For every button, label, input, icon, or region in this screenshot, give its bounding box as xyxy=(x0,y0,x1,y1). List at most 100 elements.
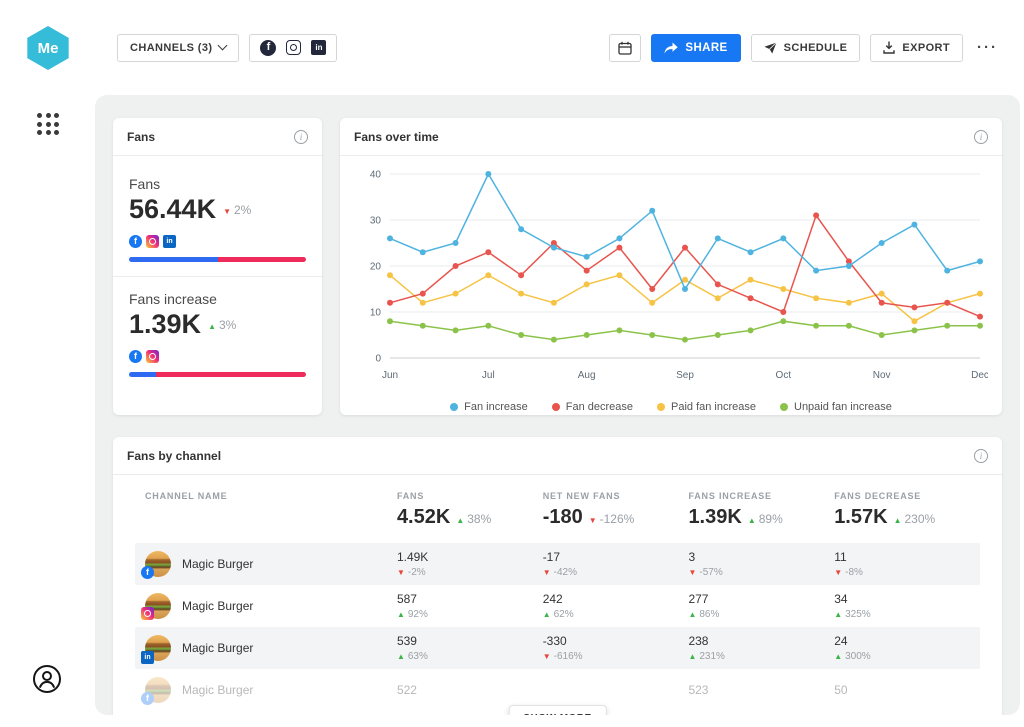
fans-over-time-card: Fans over time i 0 10 20 30 40 Jun Jul Aug Sep Oc… xyxy=(340,118,1002,415)
apps-menu-icon[interactable] xyxy=(37,113,59,135)
linkedin-icon: in xyxy=(141,651,154,664)
column-total-delta: ▲ 230% xyxy=(894,512,936,526)
export-button-label: EXPORT xyxy=(902,42,950,54)
instagram-icon xyxy=(146,350,159,363)
fans-card: Fans i Fans 56.44K ▼ 2% fin xyxy=(113,118,322,415)
svg-text:Oct: Oct xyxy=(776,370,792,381)
show-more-button[interactable]: SHOW MORE xyxy=(508,705,606,715)
fans-card-title: Fans xyxy=(127,130,155,144)
share-button-label: SHARE xyxy=(685,42,727,54)
svg-text:40: 40 xyxy=(370,170,382,181)
info-icon[interactable]: i xyxy=(974,449,988,463)
svg-text:30: 30 xyxy=(370,216,382,227)
export-button[interactable]: EXPORT xyxy=(870,34,963,62)
column-header: NET NEW FANS -180 ▼ -126% xyxy=(543,491,689,529)
account-icon[interactable] xyxy=(32,664,62,699)
legend-item: Paid fan increase xyxy=(657,401,756,413)
channel-name: Magic Burger xyxy=(182,683,253,697)
info-icon[interactable]: i xyxy=(974,130,988,144)
chart-legend: Fan increase Fan decrease Paid fan increas… xyxy=(354,397,988,423)
download-icon xyxy=(883,41,895,54)
trend-arrow-icon: ▼ xyxy=(223,207,231,216)
info-icon[interactable]: i xyxy=(294,130,308,144)
network-distribution-bar xyxy=(129,372,306,377)
metric-cell: -17▼-42% xyxy=(543,550,689,578)
linkedin-icon[interactable]: in xyxy=(311,40,326,55)
facebook-icon: f xyxy=(129,235,142,248)
metric-cell: 523 xyxy=(688,683,834,697)
column-header: FANS INCREASE 1.39K ▲ 89% xyxy=(688,491,834,529)
channel-icons-group[interactable]: f in xyxy=(249,34,337,62)
schedule-button-label: SCHEDULE xyxy=(784,42,848,54)
sidebar: Me xyxy=(0,0,95,727)
table-card-title: Fans by channel xyxy=(127,449,221,463)
channel-avatar: f xyxy=(145,551,171,577)
divider xyxy=(113,276,322,277)
metric-delta: ▲ 3% xyxy=(208,318,236,332)
svg-text:20: 20 xyxy=(370,262,382,273)
column-total-delta: ▲ 89% xyxy=(748,512,783,526)
metric-cell: 34▲325% xyxy=(834,592,980,620)
svg-text:Jun: Jun xyxy=(382,370,398,381)
schedule-button[interactable]: SCHEDULE xyxy=(751,34,861,62)
facebook-icon[interactable]: f xyxy=(260,40,276,56)
svg-text:0: 0 xyxy=(375,354,381,365)
share-button[interactable]: SHARE xyxy=(651,34,740,62)
metric-networks: f xyxy=(129,350,306,363)
svg-text:Dec: Dec xyxy=(971,370,988,381)
channel-name: Magic Burger xyxy=(182,641,253,655)
svg-text:Jul: Jul xyxy=(482,370,495,381)
chart-card-header: Fans over time i xyxy=(340,118,1002,156)
facebook-icon: f xyxy=(141,566,154,579)
bar-segment-pink xyxy=(218,257,307,262)
network-distribution-bar xyxy=(129,257,306,262)
bar-segment-pink xyxy=(156,372,306,377)
instagram-icon[interactable] xyxy=(286,40,301,55)
svg-text:Sep: Sep xyxy=(676,370,694,381)
instagram-icon xyxy=(141,607,154,620)
channel-avatar: f xyxy=(145,677,171,703)
channel-avatar xyxy=(145,593,171,619)
svg-text:Aug: Aug xyxy=(578,370,596,381)
table-header-row: CHANNEL NAME FANS 4.52K ▲ 38% NET NEW FA… xyxy=(135,475,980,543)
legend-item: Fan decrease xyxy=(552,401,633,413)
column-total-delta: ▲ 38% xyxy=(456,512,491,526)
fans-over-time-chart: 010203040JunJulAugSepOctNovDec xyxy=(354,160,988,392)
share-icon xyxy=(664,42,678,54)
more-button[interactable]: ··· xyxy=(973,34,1002,62)
table-row[interactable]: in Magic Burger539▲63%-330▼-616%238▲231%… xyxy=(135,627,980,669)
fans-card-header: Fans i xyxy=(113,118,322,156)
legend-item: Fan increase xyxy=(450,401,528,413)
metric-delta: ▼ 2% xyxy=(223,203,251,217)
metric-value: 1.39K ▲ 3% xyxy=(129,309,306,340)
svg-text:10: 10 xyxy=(370,308,382,319)
calendar-icon xyxy=(618,41,632,55)
app-logo[interactable]: Me xyxy=(26,26,70,70)
chevron-down-icon xyxy=(218,41,228,51)
channels-dropdown[interactable]: CHANNELS (3) xyxy=(117,34,239,62)
column-total-delta: ▼ -126% xyxy=(589,512,635,526)
table-row[interactable]: Magic Burger587▲92%242▲62%277▲86%34▲325% xyxy=(135,585,980,627)
topbar: CHANNELS (3) f in SHARE SCHEDULE E xyxy=(95,0,1024,95)
legend-dot xyxy=(657,403,665,411)
table-row[interactable]: f Magic Burger1.49K▼-2%-17▼-42%3▼-57%11▼… xyxy=(135,543,980,585)
metric-cell: 24▲300% xyxy=(834,634,980,662)
legend-dot xyxy=(780,403,788,411)
metric-cell: 242▲62% xyxy=(543,592,689,620)
metric-cell: 587▲92% xyxy=(397,592,543,620)
network-badge xyxy=(141,604,154,622)
channel-avatar: in xyxy=(145,635,171,661)
network-badge: in xyxy=(141,646,154,664)
channels-dropdown-label: CHANNELS (3) xyxy=(130,42,212,54)
send-icon xyxy=(764,42,777,54)
legend-item: Unpaid fan increase xyxy=(780,401,892,413)
metric-cell: -330▼-616% xyxy=(543,634,689,662)
metric-cell: 238▲231% xyxy=(688,634,834,662)
fans-metric: Fans 56.44K ▼ 2% fin xyxy=(129,176,306,262)
metric-cell: 1.49K▼-2% xyxy=(397,550,543,578)
instagram-icon xyxy=(146,235,159,248)
channel-name: Magic Burger xyxy=(182,599,253,613)
fans-by-channel-card: Fans by channel i CHANNEL NAME FANS 4.52… xyxy=(113,437,1002,715)
facebook-icon: f xyxy=(141,692,154,705)
calendar-button[interactable] xyxy=(609,34,641,62)
